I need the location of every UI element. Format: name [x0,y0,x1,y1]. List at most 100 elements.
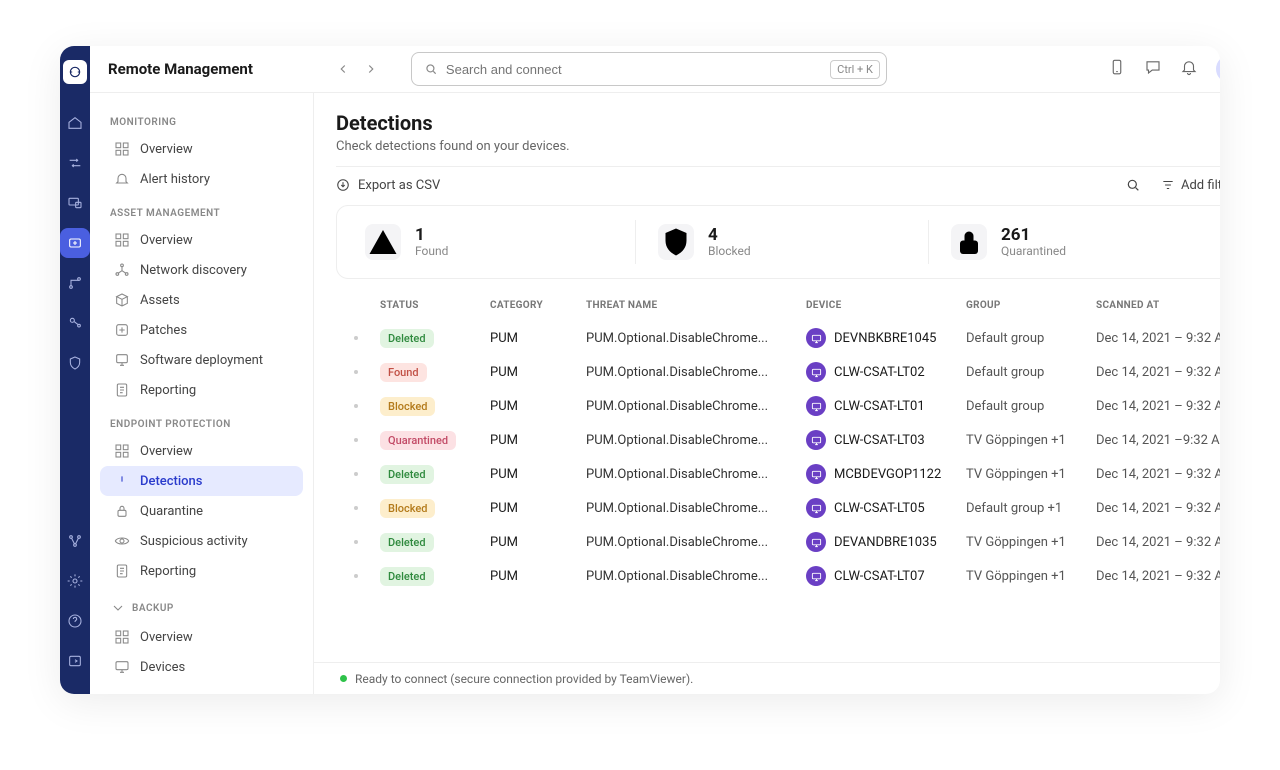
export-csv-button[interactable]: Export as CSV [336,178,440,193]
shield-icon [658,224,694,260]
stat-label: Found [415,244,448,258]
rail-integrations[interactable] [60,526,90,556]
cell-threat: PUM.Optional.DisableChrome... [586,467,806,482]
cell-category: PUM [490,501,586,516]
column-header[interactable]: SCANNED AT [1096,300,1220,311]
column-header[interactable]: THREAT NAME [586,300,806,311]
status-bar: Ready to connect (secure connection prov… [314,662,1220,694]
cell-threat: PUM.Optional.DisableChrome... [586,399,806,414]
sidebar-item-label: Overview [140,630,193,645]
table-row[interactable]: FoundPUMPUM.Optional.DisableChrome...CLW… [336,355,1220,389]
table-row[interactable]: QuarantinedPUMPUM.Optional.DisableChrome… [336,423,1220,457]
stat-label: Quarantined [1001,244,1066,258]
column-header[interactable]: STATUS [380,300,490,311]
table-row[interactable]: BlockedPUMPUM.Optional.DisableChrome...C… [336,389,1220,423]
sidebar-item-overview[interactable]: Overview [100,436,303,466]
app-title: Remote Management [108,60,253,78]
sidebar-item-label: Alert history [140,172,210,187]
eye-icon [114,533,130,549]
column-header[interactable]: CATEGORY [490,300,586,311]
sidebar-item-label: Reporting [140,383,196,398]
nav-back[interactable] [331,57,355,81]
table-row[interactable]: DeletedPUMPUM.Optional.DisableChrome...D… [336,321,1220,355]
topbar: Remote Management Ctrl + K [90,46,1220,92]
cell-device: CLW-CSAT-LT01 [806,396,966,416]
bell-icon[interactable] [1180,58,1198,80]
rail-workflow[interactable] [60,268,90,298]
status-badge: Deleted [380,567,434,586]
row-indicator [354,404,358,408]
dashboard-icon [114,141,130,157]
column-header[interactable]: DEVICE [806,300,966,311]
nav-forward[interactable] [359,57,383,81]
rail-help[interactable] [60,606,90,636]
search-button[interactable] [1125,177,1141,193]
rail-transfer[interactable] [60,148,90,178]
sidebar-item-suspicious-activity[interactable]: Suspicious activity [100,526,303,556]
rail-settings[interactable] [60,566,90,596]
cell-group: Default group [966,399,1096,414]
stats-card: 1Found4Blocked261Quarantined [336,205,1220,279]
sidebar-section-label[interactable]: BACKUP [96,586,307,622]
sidebar-item-quarantine[interactable]: Quarantine [100,496,303,526]
sidebar-item-overview[interactable]: Overview [100,225,303,255]
rail-security[interactable] [60,348,90,378]
stat-card: 1Found [355,220,635,264]
cell-threat: PUM.Optional.DisableChrome... [586,331,806,346]
sidebar-item-overview[interactable]: Overview [100,134,303,164]
sidebar-item-overview[interactable]: Overview [100,622,303,652]
column-header[interactable]: GROUP [966,300,1096,311]
table-row[interactable]: BlockedPUMPUM.Optional.DisableChrome...C… [336,491,1220,525]
cell-category: PUM [490,467,586,482]
sidebar-item-devices[interactable]: Devices [100,652,303,682]
cell-device: MCBDEVGOP1122 [806,464,966,484]
export-csv-label: Export as CSV [358,178,440,193]
sidebar-item-alert-history[interactable]: Alert history [100,164,303,194]
cell-scanned: Dec 14, 2021 – 9:32 AM [1096,569,1220,584]
stat-label: Blocked [708,244,751,258]
search-box[interactable]: Ctrl + K [411,52,887,86]
device-icon [806,566,826,586]
status-dot [340,675,347,682]
cell-group: TV Göppingen +1 [966,467,1096,482]
search-input[interactable] [446,62,822,77]
rail-devices[interactable] [60,188,90,218]
sidebar-item-detections[interactable]: Detections [100,466,303,496]
sidebar-item-label: Overview [140,444,193,459]
cell-scanned: Dec 14, 2021 –9:32 AM [1096,433,1220,448]
avatar[interactable] [1216,55,1220,83]
nav-rail [60,46,90,694]
sidebar-item-network-discovery[interactable]: Network discovery [100,255,303,285]
download-icon [336,178,350,192]
device-icon[interactable] [1108,58,1126,80]
table-row[interactable]: DeletedPUMPUM.Optional.DisableChrome...D… [336,525,1220,559]
sidebar-section-label: ASSET MANAGEMENT [96,194,307,225]
table-row[interactable]: DeletedPUMPUM.Optional.DisableChrome...C… [336,559,1220,593]
sidebar-item-assets[interactable]: Assets [100,285,303,315]
chat-icon[interactable] [1144,58,1162,80]
table-row[interactable]: Deleted PUMPUM.Optional.DisableChrome...M… [336,457,1220,491]
status-badge: Deleted [380,533,434,552]
device-icon [806,430,826,450]
cell-group: TV Göppingen +1 [966,433,1096,448]
device-icon [806,532,826,552]
rail-active[interactable] [60,228,90,258]
cell-device: DEVANDBRE1035 [806,532,966,552]
device-icon [806,328,826,348]
sidebar: MONITORINGOverviewAlert historyASSET MAN… [90,93,314,694]
status-badge: Deleted [380,465,434,484]
add-filters-button[interactable]: Add filters [1161,178,1220,193]
sidebar-item-software-deployment[interactable]: Software deployment [100,345,303,375]
rail-collapse[interactable] [60,646,90,676]
cell-group: TV Göppingen +1 [966,535,1096,550]
sidebar-item-reporting[interactable]: Reporting [100,556,303,586]
rail-home[interactable] [60,108,90,138]
stat-card: 261Quarantined [928,220,1220,264]
device-icon [806,396,826,416]
cell-scanned: Dec 14, 2021 – 9:32 AM [1096,467,1220,482]
alert-icon [114,473,130,489]
cell-threat: PUM.Optional.DisableChrome... [586,365,806,380]
sidebar-item-reporting[interactable]: Reporting [100,375,303,405]
sidebar-item-patches[interactable]: Patches [100,315,303,345]
rail-process[interactable] [60,308,90,338]
